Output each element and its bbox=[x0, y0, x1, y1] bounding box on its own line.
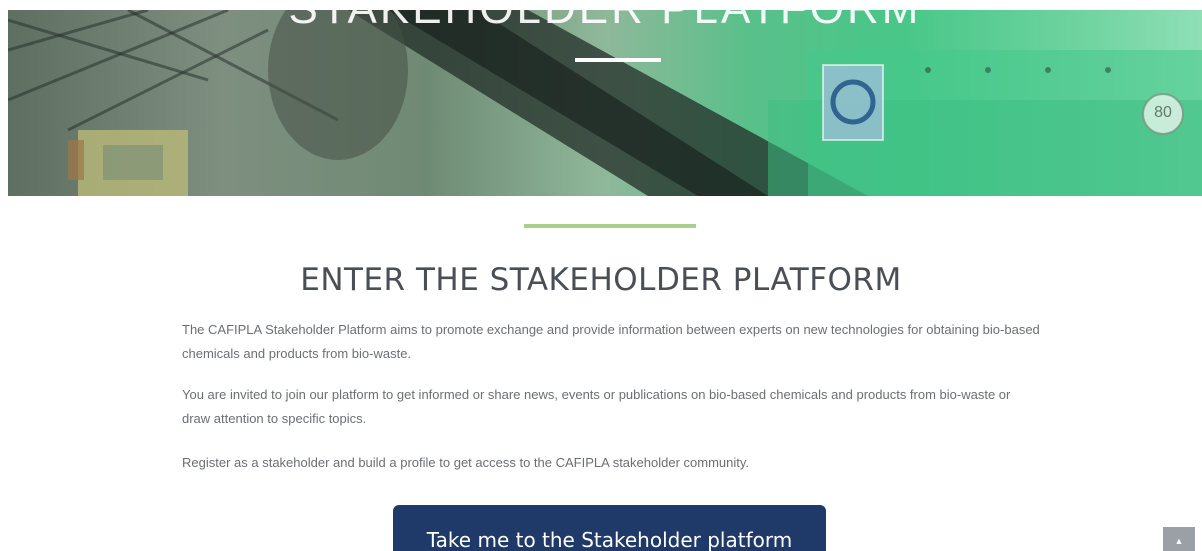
stakeholder-platform-button[interactable]: Take me to the Stakeholder platform bbox=[393, 505, 826, 551]
hero-image bbox=[8, 10, 1202, 196]
chevron-up-icon: ▲ bbox=[1174, 536, 1184, 546]
hero-banner: STAKEHOLDER PLATFORM 80 bbox=[8, 10, 1202, 196]
hero-badge-number: 80 bbox=[1154, 104, 1172, 121]
hero-title-underline bbox=[575, 58, 661, 62]
accent-divider bbox=[524, 224, 696, 228]
scroll-to-top-button[interactable]: ▲ bbox=[1163, 527, 1195, 551]
hero-title: STAKEHOLDER PLATFORM bbox=[8, 10, 1202, 34]
invite-paragraph: You are invited to join our platform to … bbox=[182, 387, 1011, 426]
section-heading: ENTER THE STAKEHOLDER PLATFORM bbox=[300, 262, 902, 298]
page: STAKEHOLDER PLATFORM 80 ENTER THE STAKEH… bbox=[0, 0, 1202, 551]
register-paragraph: Register as a stakeholder and build a pr… bbox=[182, 455, 750, 470]
intro-paragraph: The CAFIPLA Stakeholder Platform aims to… bbox=[182, 322, 1040, 361]
